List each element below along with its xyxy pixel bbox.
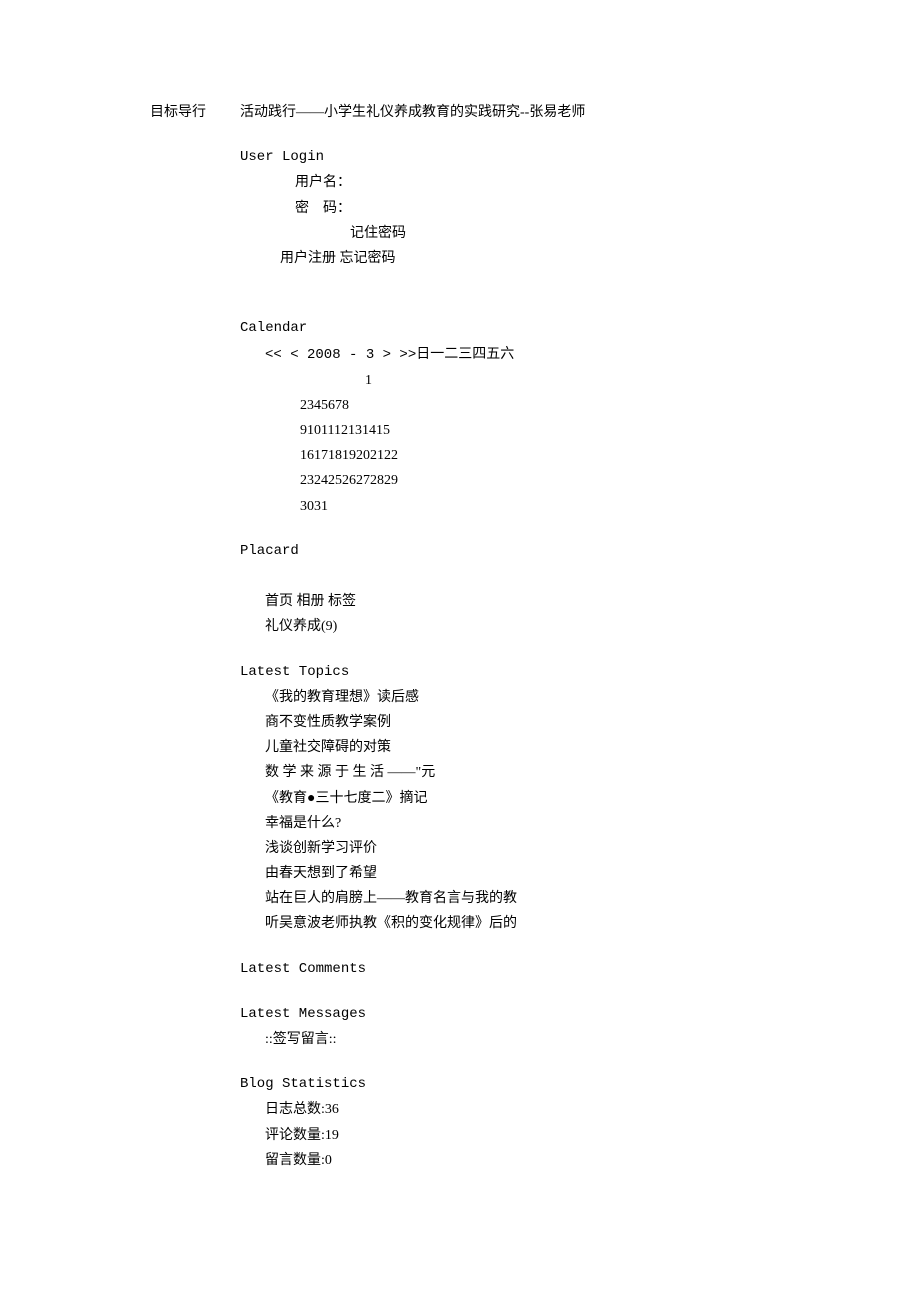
topic-link[interactable]: 由春天想到了希望 [265,866,377,881]
password-label: 密 码： [295,201,351,216]
topic-link[interactable]: 幸福是什么? [265,816,341,831]
stat-messages-value: 0 [325,1153,332,1168]
stat-total-logs-label: 日志总数: [265,1102,325,1117]
blog-statistics-header: Blog Statistics [240,1072,920,1097]
category-link[interactable]: 礼仪养成(9) [265,619,337,634]
page-left-title: 目标导行 [150,100,230,125]
register-link[interactable]: 用户注册 [280,251,336,266]
stat-messages-label: 留言数量: [265,1153,325,1168]
topic-link[interactable]: 《我的教育理想》读后感 [265,690,419,705]
latest-messages-header: Latest Messages [240,1002,920,1027]
stat-comments-value: 19 [325,1128,339,1143]
topic-link[interactable]: 数 学 来 源 于 生 活 ——"元 [265,765,435,780]
stat-comments-label: 评论数量: [265,1128,325,1143]
topic-link[interactable]: 儿童社交障碍的对策 [265,740,391,755]
page-right-title: 活动践行——小学生礼仪养成教育的实践研究--张易老师 [240,100,920,125]
stat-total-logs-value: 36 [325,1102,339,1117]
calendar-row-0[interactable]: 1 [365,373,372,388]
topic-link[interactable]: 站在巨人的肩膀上——教育名言与我的教 [265,891,517,906]
calendar-row-4[interactable]: 23242526272829 [300,473,398,488]
write-message-link[interactable]: ::签写留言:: [265,1032,337,1047]
placard-header: Placard [240,539,920,564]
calendar-header: Calendar [240,316,920,341]
topic-link[interactable]: 商不变性质教学案例 [265,715,391,730]
topic-link[interactable]: 听吴意波老师执教《积的变化规律》后的 [265,916,517,931]
nav-home-link[interactable]: 首页 [265,594,293,609]
latest-topics-header: Latest Topics [240,660,920,685]
nav-tags-link[interactable]: 标签 [328,594,356,609]
nav-album-link[interactable]: 相册 [297,594,325,609]
user-login-header: User Login [240,145,920,170]
calendar-row-3[interactable]: 16171819202122 [300,448,398,463]
calendar-row-1[interactable]: 2345678 [300,398,349,413]
calendar-row-5[interactable]: 3031 [300,499,328,514]
topic-link[interactable]: 浅谈创新学习评价 [265,841,377,856]
remember-password-checkbox-label[interactable]: 记住密码 [350,226,406,241]
topic-link[interactable]: 《教育●三十七度二》摘记 [265,791,427,806]
calendar-nav-line[interactable]: << < 2008 - 3 > >>日一二三四五六 [265,347,514,363]
calendar-row-2[interactable]: 9101112131415 [300,423,390,438]
latest-comments-header: Latest Comments [240,957,920,982]
forgot-password-link[interactable]: 忘记密码 [340,251,396,266]
username-label: 用户名： [295,175,351,190]
